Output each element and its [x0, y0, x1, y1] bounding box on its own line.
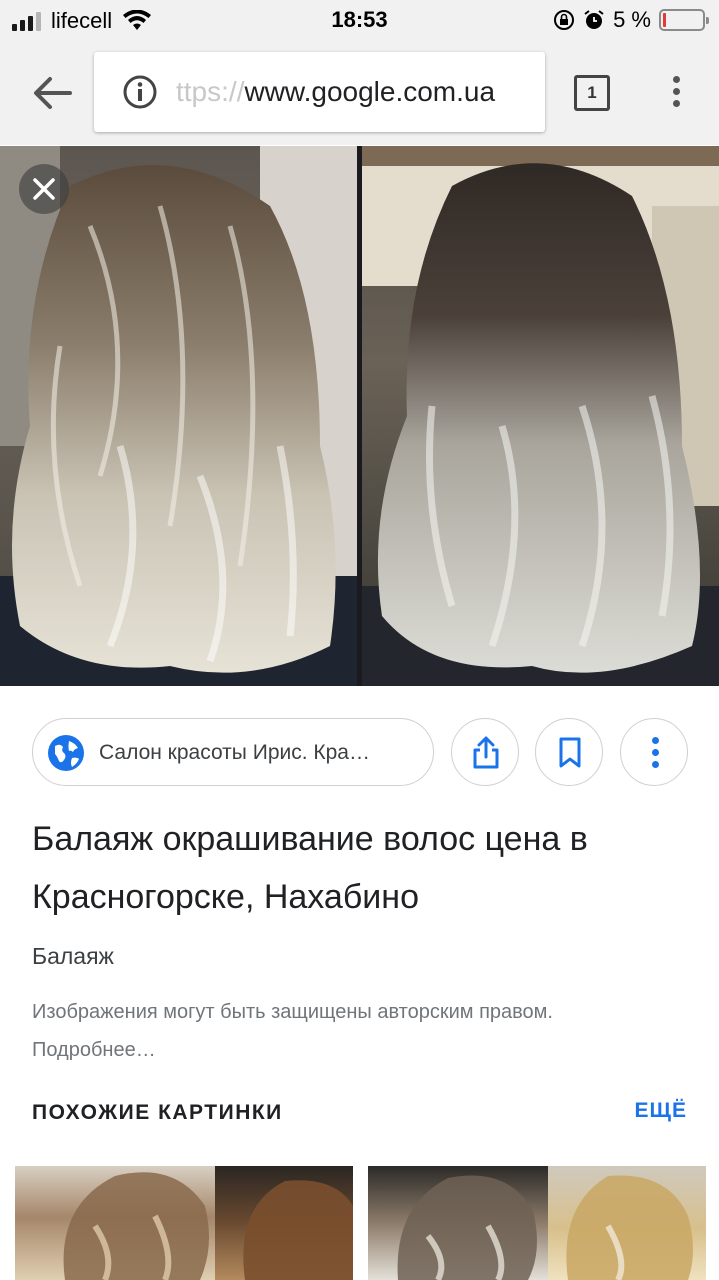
source-chip[interactable]: Салон красоты Ирис. Кра… [32, 718, 434, 786]
tab-switcher-button[interactable]: 1 [574, 75, 610, 111]
status-bar: lifecell 18:53 5 % [0, 0, 719, 40]
save-bookmark-button[interactable] [535, 718, 603, 786]
globe-icon [48, 735, 84, 771]
image-preview[interactable] [0, 146, 719, 686]
address-bar[interactable]: ttps://www.google.com.ua [94, 52, 545, 132]
url-scheme: ttps:// [176, 76, 245, 107]
similar-images-header: ПОХОЖИЕ КАРТИНКИ [32, 1101, 283, 1124]
source-name: Салон красоты Ирис. Кра… [99, 741, 370, 764]
more-options-button[interactable] [620, 718, 688, 786]
result-subtitle: Балаяж [32, 943, 114, 969]
photo-left[interactable] [0, 146, 357, 686]
battery-icon [659, 9, 709, 31]
similar-image-thumbnail[interactable] [15, 1166, 353, 1280]
battery-level [663, 13, 666, 27]
close-icon [33, 178, 55, 200]
url-host: www.google.com.ua [244, 76, 496, 107]
share-button[interactable] [451, 718, 519, 786]
hair-photo-left [0, 146, 357, 686]
result-title[interactable]: Балаяж окрашивание волос цена в Красного… [32, 810, 692, 926]
hair-photo-right [362, 146, 719, 686]
battery-percent: 5 % [613, 7, 651, 32]
alarm-icon [584, 10, 604, 29]
photo-right[interactable] [362, 146, 719, 686]
rotation-lock-icon [554, 10, 575, 30]
close-preview-button[interactable] [19, 164, 69, 214]
copyright-notice[interactable]: Изображения могут быть защищены авторски… [32, 993, 632, 1069]
thumbnail-hair-art [397, 1175, 693, 1280]
back-arrow-icon[interactable] [30, 73, 76, 113]
browser-toolbar: ttps://www.google.com.ua 1 [0, 40, 719, 145]
share-icon [473, 736, 499, 769]
url-text[interactable]: ttps://www.google.com.ua [176, 76, 495, 108]
info-icon[interactable] [122, 74, 158, 110]
bookmark-icon [559, 737, 581, 768]
more-vert-icon [651, 737, 659, 773]
similar-image-thumbnail[interactable] [368, 1166, 706, 1280]
thumbnail-hair-art [63, 1172, 353, 1280]
overflow-menu-icon[interactable] [664, 76, 688, 112]
more-similar-link[interactable]: ЕЩЁ [635, 1099, 687, 1123]
status-right: 5 % [553, 7, 709, 33]
